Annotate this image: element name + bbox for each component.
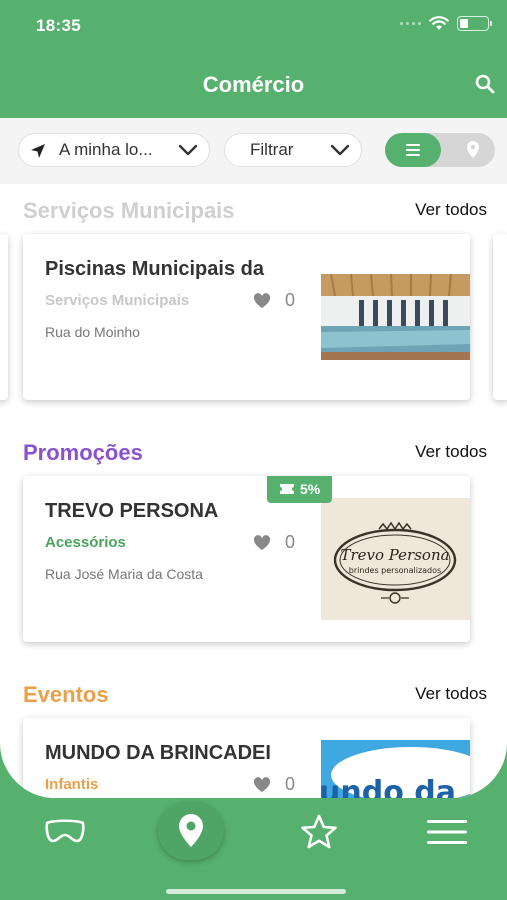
list-view-button[interactable] (385, 133, 441, 167)
menu-icon (427, 820, 467, 844)
mask-icon (45, 819, 85, 843)
discount-badge: 5% (267, 476, 333, 503)
image-line2: brindes personalizados (349, 566, 441, 575)
search-icon[interactable] (473, 72, 497, 96)
likes-count: 0 (285, 532, 296, 552)
see-all-promotions[interactable]: Ver todos (415, 442, 487, 462)
card-name: Piscinas Municipais da (45, 258, 264, 280)
filter-label: Filtrar (250, 140, 294, 159)
likes[interactable]: 0 (253, 774, 295, 795)
page-title: Comércio (202, 72, 305, 97)
star-icon (301, 814, 337, 849)
home-indicator (166, 889, 346, 894)
section-title-events: Eventos (23, 682, 109, 707)
card-address: Rua José Maria da Costa (45, 566, 203, 582)
see-all-events[interactable]: Ver todos (415, 684, 487, 704)
navigation-arrow-icon (31, 144, 45, 158)
likes-count: 0 (285, 290, 296, 310)
likes[interactable]: 0 (253, 532, 295, 553)
card-image: undo da (321, 740, 470, 798)
heart-icon (253, 776, 271, 792)
battery-icon (457, 16, 492, 31)
view-toggle[interactable] (385, 133, 495, 167)
card-image: Trevo Persona brindes personalizados (321, 498, 470, 620)
see-all-municipal[interactable]: Ver todos (415, 200, 487, 220)
content-sheet: A minha lo... Filtrar Serviços Municipai… (0, 118, 507, 798)
heart-icon (253, 292, 271, 308)
card-address: Rua do Moinho (45, 324, 140, 340)
status-time: 18:35 (36, 16, 81, 35)
card-event[interactable]: MUNDO DA BRINCADEI Infantis 0 undo da (23, 718, 470, 798)
likes-count: 0 (285, 774, 296, 794)
tab-menu[interactable] (424, 812, 470, 852)
chevron-down-icon (330, 144, 350, 156)
cellular-signal-icon (400, 22, 421, 25)
section-title-municipal: Serviços Municipais (23, 198, 235, 223)
wifi-icon (429, 16, 449, 30)
tab-promotions[interactable] (42, 812, 88, 852)
ticket-icon (280, 484, 294, 494)
likes[interactable]: 0 (253, 290, 295, 311)
map-pin-icon (179, 814, 203, 847)
chevron-down-icon (178, 144, 198, 156)
card-category: Infantis (45, 776, 99, 793)
tab-bar (0, 798, 507, 900)
card-municipal[interactable]: Piscinas Municipais da Serviços Municipa… (23, 234, 470, 400)
prev-card-edge[interactable] (0, 234, 8, 400)
card-name: MUNDO DA BRINCADEI (45, 742, 271, 764)
discount-value: 5% (300, 481, 321, 497)
heart-icon (253, 534, 271, 550)
card-category: Acessórios (45, 534, 126, 551)
card-image (321, 274, 470, 360)
tab-favorites[interactable] (296, 812, 342, 852)
card-promotion[interactable]: 5% TREVO PERSONA Acessórios 0 Rua José M… (23, 476, 470, 642)
filter-dropdown[interactable]: Filtrar (224, 133, 362, 167)
location-selector[interactable]: A minha lo... (18, 133, 210, 167)
list-view-icon (406, 144, 420, 156)
section-title-promotions: Promoções (23, 440, 143, 465)
card-name: TREVO PERSONA (45, 500, 219, 522)
status-indicators (400, 16, 492, 31)
image-line1: Trevo Persona (340, 546, 449, 564)
image-text: undo da (321, 775, 456, 798)
location-label: A minha lo... (59, 140, 153, 159)
card-category: Serviços Municipais (45, 292, 190, 309)
filter-toolbar: A minha lo... Filtrar (0, 118, 507, 184)
map-pin-icon[interactable] (465, 140, 481, 160)
next-card-edge[interactable] (493, 234, 507, 400)
app-header: 18:35 Comércio (0, 0, 507, 118)
tab-map[interactable] (158, 802, 224, 860)
